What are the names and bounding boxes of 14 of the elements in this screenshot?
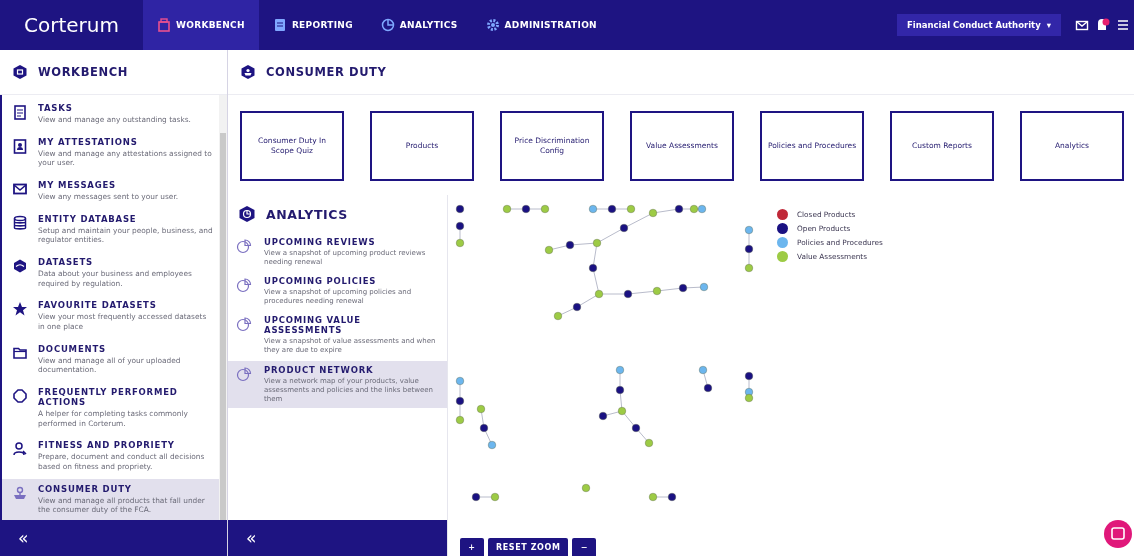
nav-tab[interactable]: WORKBENCH: [143, 0, 259, 50]
page-title: CONSUMER DUTY: [266, 65, 387, 79]
nav-tab[interactable]: ANALYTICS: [366, 0, 472, 50]
organization-dropdown[interactable]: Financial Conduct Authority ▾: [896, 14, 1061, 36]
zoom-out-button[interactable]: −: [572, 538, 597, 556]
collapse-button[interactable]: «: [14, 528, 33, 548]
zoom-in-button[interactable]: +: [460, 538, 484, 556]
reset-zoom-button[interactable]: RESET ZOOM: [488, 538, 569, 556]
collapse-button[interactable]: «: [242, 528, 261, 548]
brand-logo: Corterum: [23, 12, 120, 39]
panel-title: WORKBENCH: [38, 65, 128, 79]
nav-tab[interactable]: REPORTING: [258, 0, 367, 50]
nav-tab[interactable]: ADMINISTRATION: [471, 0, 611, 50]
panel-title: ANALYTICS: [266, 206, 348, 222]
